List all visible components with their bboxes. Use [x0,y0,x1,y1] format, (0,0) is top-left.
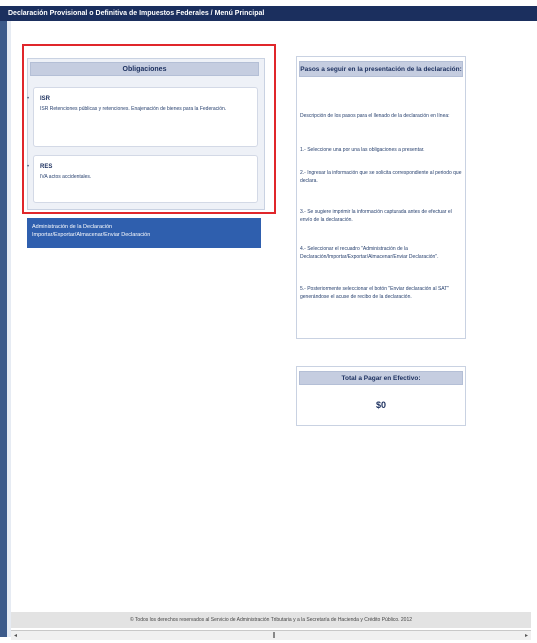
horizontal-scrollbar[interactable]: ◂ ▸ [11,630,531,640]
bullet-icon: • [27,96,30,102]
paso-item: 3.- Se sugiere imprimir la información c… [300,209,452,223]
left-frame-margin [7,21,11,637]
obligacion-item-res[interactable]: RES IVA actos accidentales. [33,155,258,203]
obligacion-item-isr[interactable]: ISR ISR Retenciones públicas y retencion… [33,87,258,147]
paso-item: 4.- Seleccionar el recuadro "Administrac… [300,246,439,260]
obligacion-description[interactable]: IVA actos accidentales. [40,174,255,181]
window-title-bar: Declaración Provisional o Definitiva de … [0,6,537,21]
window-title: Declaración Provisional o Definitiva de … [8,10,265,17]
obligacion-code[interactable]: ISR [40,96,50,102]
scroll-right-icon[interactable]: ▸ [525,632,528,639]
admin-declaracion-button[interactable]: Administración de la Declaración Importa… [27,218,261,248]
footer-copyright: © Todos los derechos reservados al Servi… [11,612,531,628]
scroll-thumb[interactable] [273,632,275,638]
total-amount: $0 [375,400,386,410]
obligaciones-header: Obligaciones [30,62,259,76]
bullet-icon: • [27,164,30,170]
admin-line-1[interactable]: Administración de la Declaración [32,223,256,231]
obligacion-code[interactable]: RES [40,164,52,170]
admin-line-2[interactable]: Importar/Exportar/Almacenar/Enviar Decla… [32,231,256,239]
pasos-intro: Descripción de los pasos para el llenado… [300,113,450,119]
pasos-header: Pasos a seguir en la presentación de la … [299,61,463,77]
paso-item: 2.- Ingresar la información que se solic… [300,170,462,184]
total-header: Total a Pagar en Efectivo: [299,371,463,385]
paso-item: 1.- Seleccione una por una las obligacio… [300,147,425,153]
left-frame-border [0,21,7,637]
footer-text: © Todos los derechos reservados al Servi… [129,617,413,623]
paso-item: 5.- Posteriormente seleccionar el botón … [300,286,450,300]
scroll-left-icon[interactable]: ◂ [14,632,17,639]
obligacion-description[interactable]: ISR Retenciones públicas y retenciones. … [40,106,255,113]
